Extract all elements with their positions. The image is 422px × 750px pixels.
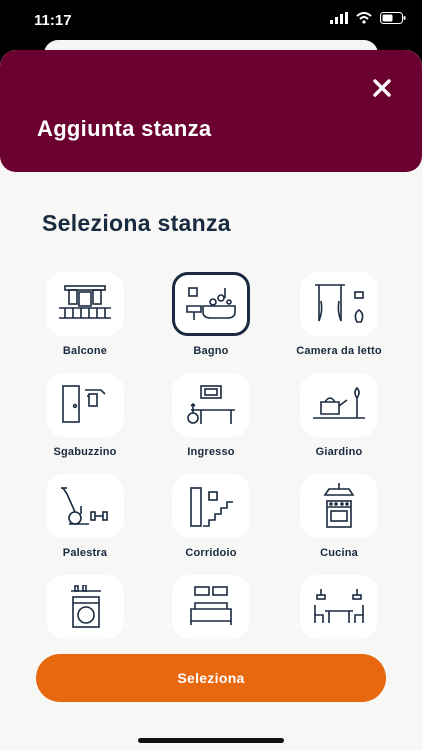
header: Aggiunta stanza — [0, 50, 422, 172]
room-tile[interactable] — [300, 272, 378, 336]
room-label: Sgabuzzino — [53, 446, 117, 458]
room-item-sgabuzzino[interactable]: Sgabuzzino — [20, 373, 150, 473]
room-item-balcone[interactable]: Balcone — [20, 272, 150, 372]
close-icon — [373, 79, 391, 97]
room-tile[interactable] — [172, 474, 250, 538]
close-button[interactable] — [370, 76, 394, 100]
room-item-giardino[interactable]: Giardino — [274, 373, 404, 473]
laundry-icon — [71, 585, 101, 628]
dining-room-icon — [314, 589, 364, 623]
battery-icon — [380, 12, 406, 24]
room-tile[interactable] — [172, 373, 250, 437]
page-title: Aggiunta stanza — [37, 116, 212, 141]
select-button[interactable]: Seleziona — [36, 654, 386, 702]
status-time: 11:17 — [34, 12, 72, 29]
room-item-cucina[interactable]: Cucina — [274, 474, 404, 574]
balcony-icon — [59, 285, 111, 319]
kitchen-icon — [323, 483, 355, 528]
room-item-bagno[interactable]: Bagno — [146, 272, 276, 372]
room-item-palestra[interactable]: Palestra — [20, 474, 150, 574]
room-item-camera-da-letto[interactable]: Camera da letto — [274, 272, 404, 372]
status-icons — [330, 12, 406, 24]
storage-closet-icon — [62, 385, 106, 423]
bathroom-icon — [186, 287, 236, 320]
room-tile[interactable] — [46, 272, 124, 336]
home-indicator — [138, 738, 284, 743]
room-tile[interactable] — [300, 474, 378, 538]
room-label: Cucina — [320, 547, 358, 559]
section-title: Seleziona stanza — [42, 210, 231, 236]
bedroom-icon — [315, 284, 364, 323]
room-label: Camera da letto — [296, 345, 382, 357]
room-tile[interactable] — [46, 373, 124, 437]
room-item-corridoio[interactable]: Corridoio — [146, 474, 276, 574]
entrance-icon — [187, 385, 235, 424]
gym-icon — [61, 487, 108, 525]
status-bar: 11:17 — [0, 0, 422, 44]
room-label: Balcone — [62, 345, 108, 357]
signal-icon — [330, 12, 348, 24]
wifi-icon — [356, 12, 372, 24]
add-room-sheet: Aggiunta stanza Seleziona stanza Balcone — [0, 50, 422, 750]
room-item-ingresso[interactable]: Ingresso — [146, 373, 276, 473]
room-label: Corridoio — [185, 547, 237, 559]
living-room-icon — [190, 586, 232, 625]
room-label: Giardino — [315, 446, 363, 458]
room-label: Palestra — [62, 547, 108, 559]
room-tile[interactable] — [46, 474, 124, 538]
room-label: Bagno — [193, 345, 229, 357]
room-tile[interactable] — [300, 373, 378, 437]
room-tile-selected[interactable] — [172, 272, 250, 336]
room-label: Ingresso — [187, 446, 235, 458]
garden-icon — [313, 386, 365, 419]
hallway-icon — [190, 487, 233, 527]
